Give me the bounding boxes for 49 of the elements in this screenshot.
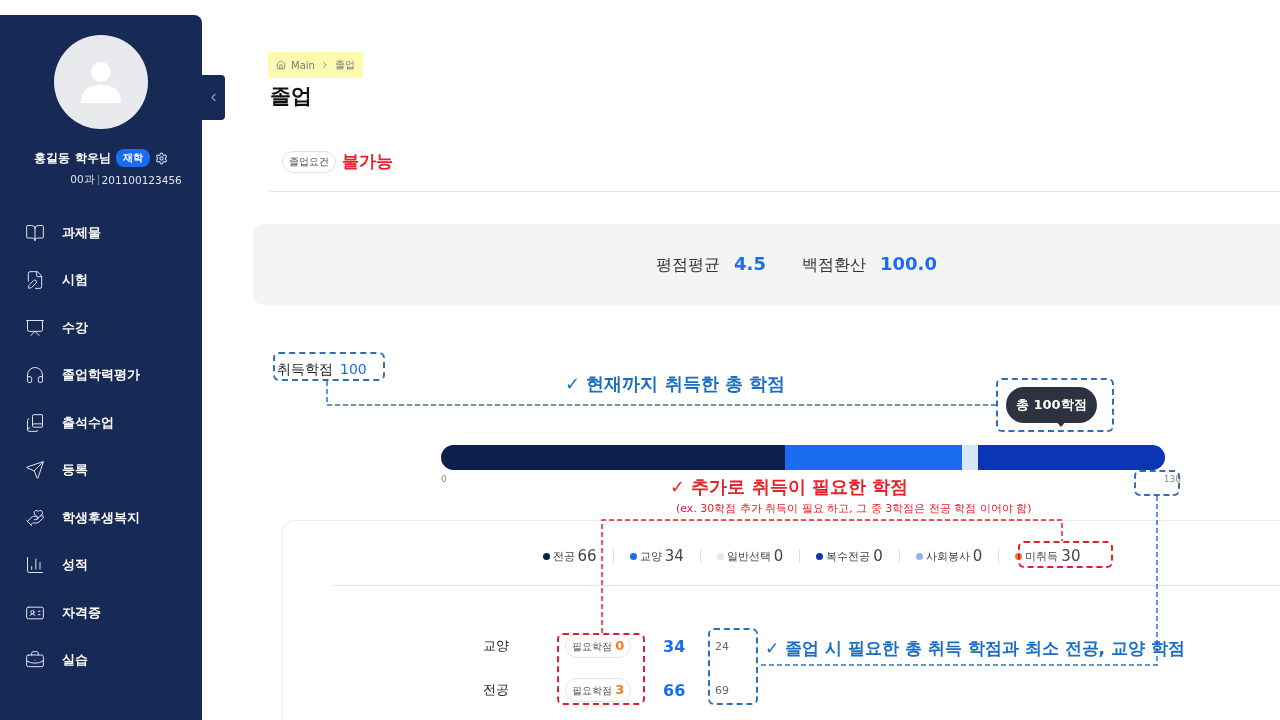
earned-credits: 66 — [663, 680, 687, 700]
department: 00과 — [70, 173, 95, 187]
annotation-text: ✓ 졸업 시 필요한 총 취득 학점과 최소 전공, 교양 학점 — [765, 637, 1185, 660]
menu-item[interactable]: 졸업학력평가 — [25, 351, 202, 399]
legend-label: 미취득 — [1025, 548, 1059, 564]
user-name: 홍길동 학우님 — [34, 149, 111, 167]
legend-label: 사회봉사 — [925, 548, 970, 564]
legend-value: 0 — [773, 547, 784, 565]
annotation-text: ✓ 현재까지 취득한 총 학점 — [565, 372, 786, 396]
status-badge: 재학 — [115, 149, 150, 167]
earned-credits: 34 — [663, 636, 687, 656]
menu-item[interactable]: 수강 — [25, 304, 202, 352]
legend-label: 교양 — [639, 548, 662, 564]
menu-item[interactable]: 출석수업 — [25, 399, 202, 447]
row-label: 전공 — [483, 681, 510, 699]
legend-value: 0 — [873, 547, 883, 565]
legend-value: 0 — [972, 547, 983, 565]
total-tooltip: 총 100학점 — [1006, 387, 1097, 423]
scale-min: 0 — [441, 474, 447, 484]
legend-value: 66 — [577, 547, 597, 565]
requirement-status: 불가능 — [342, 150, 393, 173]
legend-value: 34 — [664, 547, 684, 565]
menu-item[interactable]: 실습 — [25, 636, 202, 684]
grade-value: 4.5 — [734, 253, 766, 274]
menu-item[interactable]: 과제물 — [25, 209, 202, 257]
grade-label: 평점평균 — [656, 255, 721, 276]
menu-item[interactable]: 성적 — [25, 541, 202, 589]
credits-value: 100 — [340, 361, 367, 379]
minimum-credits: 69 — [715, 683, 730, 697]
legend-label: 전공 — [552, 548, 575, 564]
grade-label: 백점환산 — [801, 255, 866, 276]
menu-item[interactable]: 시험 — [25, 256, 202, 304]
menu-item[interactable]: 등록 — [25, 446, 202, 494]
menu-item[interactable]: 자격증 — [25, 589, 202, 637]
minimum-credits: 24 — [715, 639, 730, 653]
annotation-text: (ex. 30학점 추가 취득이 필요 하고, 그 중 3학점은 전공 학점 이어야 함) — [676, 501, 1032, 516]
page-title: 졸업 — [270, 83, 313, 110]
credits-label: 취득학점 — [277, 361, 333, 379]
student-id: 201100123456 — [101, 174, 182, 186]
requirement-label: 졸업요건 — [282, 150, 336, 173]
breadcrumb-current: 졸업 — [334, 58, 355, 72]
row-label: 교양 — [483, 637, 510, 655]
menu-item[interactable]: 학생후생복지 — [25, 494, 202, 542]
legend-label: 복수전공 — [826, 548, 871, 564]
legend-value: 30 — [1061, 547, 1081, 565]
breadcrumb-link[interactable]: Main — [291, 59, 315, 71]
legend-label: 일반선택 — [726, 548, 771, 564]
annotation-text: ✓ 추가로 취득이 필요한 학점 — [670, 475, 909, 499]
grade-value: 100.0 — [879, 253, 937, 274]
